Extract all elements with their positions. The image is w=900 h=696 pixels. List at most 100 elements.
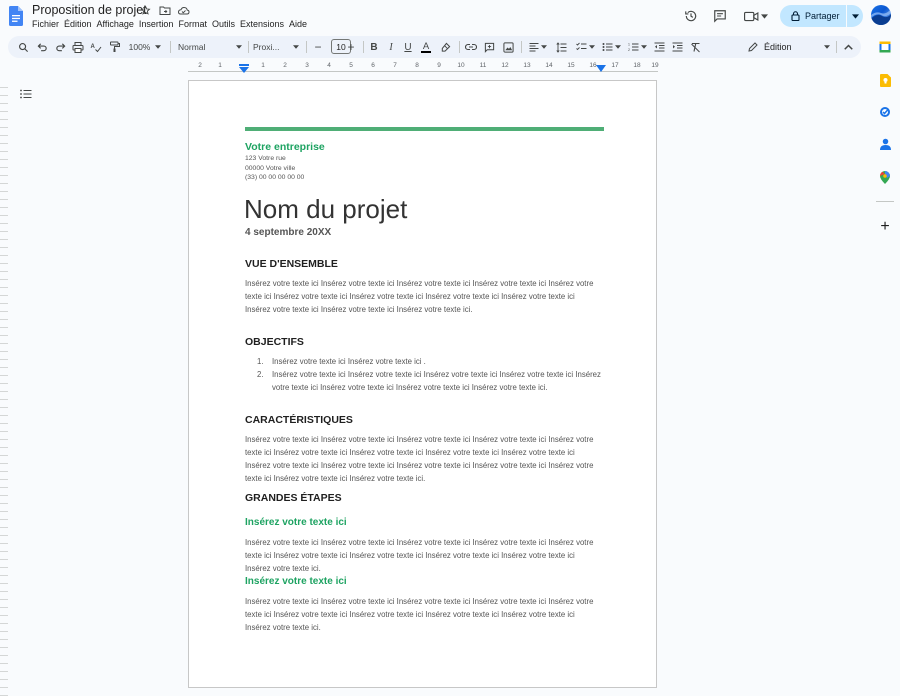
- section-heading-objectives: OBJECTIFS: [245, 336, 304, 348]
- chevron-down-icon: [541, 45, 547, 49]
- menu-affichage[interactable]: Affichage: [97, 19, 138, 29]
- chevron-down-icon: [823, 45, 830, 49]
- calendar-icon[interactable]: [877, 39, 893, 55]
- checklist-icon: [575, 42, 586, 51]
- chevron-down-icon: [155, 45, 162, 49]
- project-date: 4 septembre 20XX: [245, 227, 332, 238]
- list-item: 1. Insérez votre texte ici Insérez votre …: [257, 357, 426, 366]
- horizontal-ruler[interactable]: 2 1 1 2 3 4 5 6 7 8 9 10 11 12 13 14 15 …: [188, 62, 659, 74]
- tasks-icon[interactable]: [877, 104, 893, 120]
- editing-mode-value: Édition: [764, 42, 792, 52]
- increase-font-size-icon[interactable]: +: [344, 39, 358, 55]
- lock-icon: [791, 11, 800, 21]
- menu-fichier[interactable]: Fichier: [32, 19, 63, 29]
- numbered-list-icon: 12: [628, 43, 638, 52]
- right-indent-marker-icon[interactable]: [596, 65, 606, 72]
- vertical-ruler[interactable]: [0, 80, 8, 696]
- header-accent-bar: [245, 127, 604, 131]
- decrease-font-size-icon[interactable]: −: [311, 39, 325, 55]
- milestone-title: Insérez votre texte ici: [245, 576, 347, 587]
- line-spacing-icon[interactable]: [553, 39, 569, 55]
- address-line: (33) 00 00 00 00 00: [245, 174, 305, 181]
- spellcheck-icon[interactable]: A: [88, 39, 104, 55]
- document-title[interactable]: Proposition de projet: [32, 3, 147, 17]
- toolbar: A 100% Normal Proxi... − 10 + B I U A 1 …: [8, 36, 861, 58]
- search-menus-icon[interactable]: [15, 39, 31, 55]
- version-history-icon[interactable]: [683, 8, 699, 24]
- menu-format[interactable]: Format: [178, 19, 211, 29]
- chevron-down-icon: [614, 45, 621, 49]
- address-line: 00000 Votre ville: [245, 164, 296, 172]
- section-heading-features: CARACTÉRISTIQUES: [245, 414, 353, 426]
- star-icon[interactable]: [139, 4, 152, 17]
- chevron-down-icon: [640, 45, 647, 49]
- left-indent-marker-icon[interactable]: [239, 64, 249, 73]
- document-page[interactable]: Votre entreprise 123 Votre rue 00000 Vot…: [188, 80, 657, 688]
- company-name: Votre entreprise: [245, 141, 325, 153]
- chevron-down-icon: [236, 45, 242, 49]
- milestone-title: Insérez votre texte ici: [245, 517, 347, 528]
- overview-paragraph: Insérez votre texte ici Insérez votre te…: [245, 279, 594, 314]
- svg-text:1: 1: [628, 43, 630, 47]
- project-title: Nom du projet: [244, 194, 408, 224]
- text-color-icon[interactable]: A: [419, 39, 433, 55]
- menu-insertion[interactable]: Insertion: [139, 19, 178, 29]
- underline-icon[interactable]: U: [401, 39, 415, 55]
- add-comment-icon[interactable]: [481, 39, 497, 55]
- editing-mode-select[interactable]: Édition: [748, 39, 833, 55]
- document-outline-icon[interactable]: [20, 86, 32, 104]
- list-item: 2. Insérez votre texte ici Insérez votre …: [257, 370, 601, 392]
- section-heading-overview: VUE D'ENSEMBLE: [245, 258, 338, 270]
- menu-aide[interactable]: Aide: [289, 19, 311, 29]
- menu-outils[interactable]: Outils: [212, 19, 239, 29]
- bold-icon[interactable]: B: [367, 39, 381, 55]
- zoom-select[interactable]: 100%: [125, 39, 165, 55]
- menu-edition[interactable]: Édition: [64, 19, 96, 29]
- share-main[interactable]: Partager: [780, 5, 846, 27]
- checklist-select[interactable]: [573, 39, 597, 55]
- hide-menus-chevron-up-icon[interactable]: [840, 39, 856, 55]
- undo-icon[interactable]: [34, 39, 50, 55]
- print-icon[interactable]: [70, 39, 86, 55]
- insert-link-icon[interactable]: [463, 39, 479, 55]
- align-select[interactable]: [525, 39, 551, 55]
- milestone-paragraph: Insérez votre texte ici Insérez votre te…: [245, 538, 594, 573]
- docs-logo-icon[interactable]: [9, 6, 23, 26]
- meet-video-icon[interactable]: [743, 8, 769, 24]
- add-addon-plus-icon[interactable]: +: [877, 218, 893, 235]
- decrease-indent-icon[interactable]: [651, 39, 667, 55]
- menubar: Fichier Édition Affichage Insertion Form…: [32, 19, 312, 29]
- svg-text:A: A: [91, 44, 96, 50]
- share-label: Partager: [805, 11, 840, 21]
- keep-icon[interactable]: [877, 72, 893, 88]
- share-options-chevron-icon[interactable]: [847, 13, 863, 19]
- maps-icon[interactable]: [877, 169, 893, 185]
- font-family-value: Proxi...: [253, 42, 280, 52]
- bulleted-list-select[interactable]: [599, 39, 623, 55]
- italic-icon[interactable]: I: [384, 39, 398, 55]
- contacts-icon[interactable]: [877, 136, 893, 152]
- avatar[interactable]: [871, 5, 891, 25]
- milestone-paragraph: Insérez votre texte ici Insérez votre te…: [245, 597, 594, 632]
- menu-extensions[interactable]: Extensions: [240, 19, 288, 29]
- highlight-icon[interactable]: [438, 39, 452, 55]
- paragraph-style-select[interactable]: Normal: [178, 39, 242, 55]
- font-family-select[interactable]: Proxi...: [253, 39, 299, 55]
- align-left-icon: [529, 43, 539, 52]
- insert-image-icon[interactable]: [500, 39, 516, 55]
- redo-icon[interactable]: [52, 39, 68, 55]
- increase-indent-icon[interactable]: [669, 39, 685, 55]
- clear-formatting-icon[interactable]: [687, 39, 703, 55]
- paragraph-style-value: Normal: [178, 42, 206, 52]
- features-paragraph: Insérez votre texte ici Insérez votre te…: [245, 435, 594, 483]
- bulleted-list-icon: [602, 43, 612, 51]
- header: Proposition de projet Fichier Édition Af…: [0, 0, 900, 34]
- cloud-saved-icon[interactable]: [177, 4, 190, 17]
- svg-text:2: 2: [628, 48, 630, 52]
- move-folder-icon[interactable]: [158, 4, 171, 17]
- paint-format-icon[interactable]: [106, 39, 122, 55]
- chevron-down-icon: [293, 45, 299, 49]
- numbered-list-select[interactable]: 12: [625, 39, 649, 55]
- share-button[interactable]: Partager: [780, 5, 863, 27]
- comments-icon[interactable]: [712, 8, 728, 24]
